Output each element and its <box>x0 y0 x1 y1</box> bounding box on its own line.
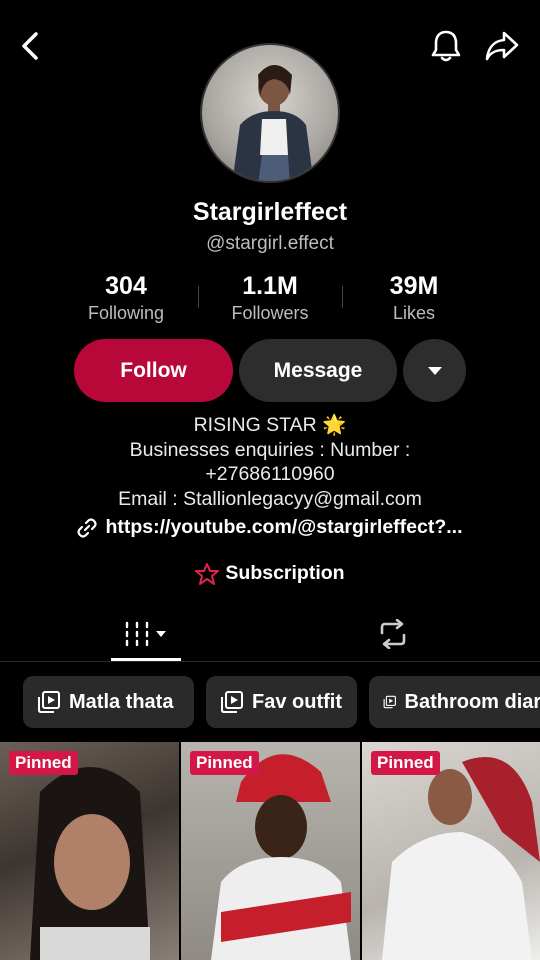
playlist-icon <box>38 691 60 713</box>
video-thumbnail[interactable]: Pinned <box>181 742 360 960</box>
pinned-badge: Pinned <box>9 751 78 775</box>
stat-value: 39M <box>389 272 439 300</box>
tab-reposts[interactable] <box>358 606 428 662</box>
more-options-button[interactable] <box>403 339 466 402</box>
playlists-row: Matla thata Fav outfit Bathroom diaries <box>0 676 540 728</box>
message-button[interactable]: Message <box>239 339 397 402</box>
link-text: https://youtube.com/@stargirleffect?... <box>105 516 463 538</box>
display-name: Stargirleffect <box>192 198 348 226</box>
bio-line: +27686110960 <box>205 463 335 485</box>
subscription-link[interactable]: Subscription <box>0 562 540 585</box>
playlist-chip[interactable]: Fav outfit <box>206 676 357 728</box>
stat-label: Likes <box>392 303 436 323</box>
back-button[interactable] <box>12 28 48 64</box>
avatar-photo <box>232 65 314 181</box>
caret-down-icon <box>427 366 442 375</box>
pinned-badge: Pinned <box>371 751 440 775</box>
bio-line: RISING STAR 🌟 <box>193 414 347 436</box>
chevron-left-icon <box>22 32 38 60</box>
playlist-chip[interactable]: Bathroom diaries <box>369 676 540 728</box>
username-handle: @stargirl.effect <box>206 233 334 254</box>
stat-value: 304 <box>105 272 147 300</box>
content-tabs <box>0 606 540 662</box>
stat-following[interactable]: 304 Following <box>56 272 196 324</box>
share-arrow-icon <box>485 31 519 61</box>
bio-line: Email : Stallionlegacyy@gmail.com <box>118 487 422 510</box>
stat-label: Following <box>87 303 165 323</box>
repost-icon <box>380 619 406 649</box>
bio-line: Businesses enquiries : Number : <box>129 438 411 461</box>
playlist-chip[interactable]: Matla thata <box>23 676 194 728</box>
stat-label: Followers <box>231 303 309 323</box>
stat-followers[interactable]: 1.1M Followers <box>200 272 340 324</box>
stat-likes[interactable]: 39M Likes <box>344 272 484 324</box>
playlist-label: Fav outfit <box>252 690 342 713</box>
video-grid: Pinned Pinned Pinned <box>0 742 540 960</box>
stat-divider <box>198 286 199 308</box>
follow-button[interactable]: Follow <box>74 339 233 402</box>
playlist-label: Matla thata <box>69 690 174 713</box>
stat-value: 1.1M <box>242 272 298 300</box>
profile-stats: 304 Following 1.1M Followers 39M Likes <box>0 272 540 328</box>
profile-link[interactable]: https://youtube.com/@stargirleffect?... <box>0 516 540 539</box>
playlist-icon <box>383 695 396 709</box>
link-icon <box>77 517 98 538</box>
profile-avatar[interactable] <box>200 43 340 183</box>
tab-videos[interactable] <box>112 606 181 662</box>
video-thumbnail[interactable]: Pinned <box>0 742 179 960</box>
playlist-label: Bathroom diaries <box>404 690 540 713</box>
star-badge-icon <box>195 562 220 585</box>
playlist-icon <box>221 691 243 713</box>
grid-bars-icon <box>125 621 166 647</box>
pinned-badge: Pinned <box>190 751 259 775</box>
bell-icon <box>431 30 461 62</box>
stat-divider <box>342 286 343 308</box>
active-tab-indicator <box>111 658 181 661</box>
notifications-button[interactable] <box>426 26 466 66</box>
profile-bio: RISING STAR 🌟 Businesses enquiries : Num… <box>0 413 540 511</box>
share-button[interactable] <box>482 26 522 66</box>
subscription-label: Subscription <box>225 562 345 584</box>
video-thumbnail[interactable]: Pinned <box>362 742 540 960</box>
